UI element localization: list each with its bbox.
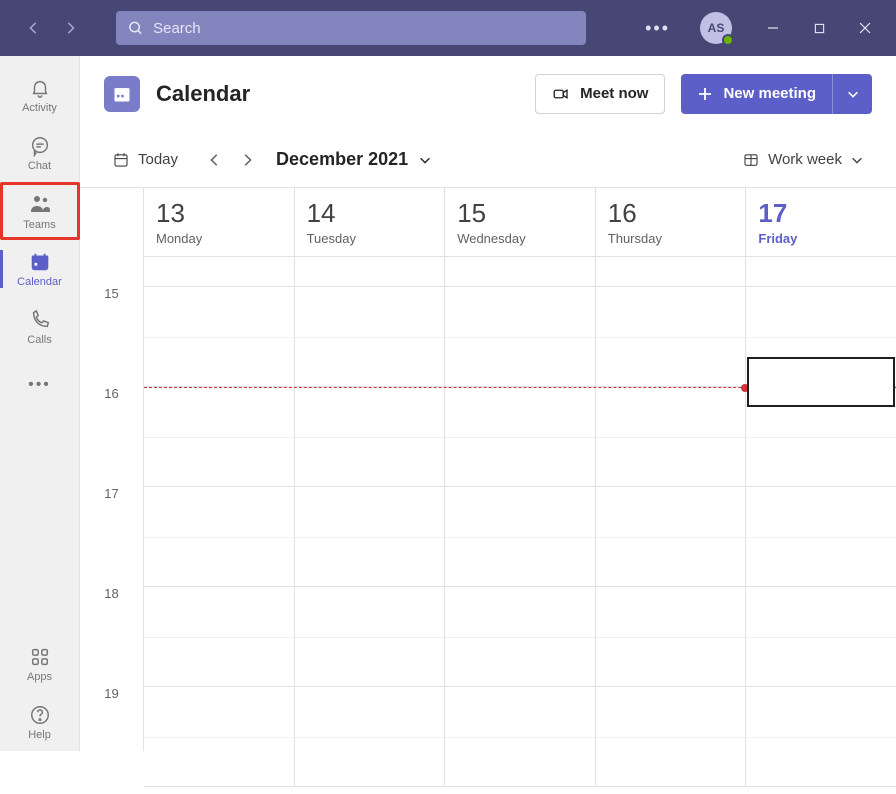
history-nav xyxy=(8,10,96,46)
time-label: 17 xyxy=(80,494,143,594)
day-name: Wednesday xyxy=(457,231,583,246)
calendar-toolbar: Today December 2021 Work week xyxy=(80,132,896,188)
today-label: Today xyxy=(138,151,178,168)
app-rail: Activity Chat Teams Calendar Calls xyxy=(0,56,80,751)
rail-item-help[interactable]: Help xyxy=(0,693,80,751)
window-controls xyxy=(750,0,888,56)
close-button[interactable] xyxy=(842,0,888,56)
minimize-button[interactable] xyxy=(750,0,796,56)
day-name: Thursday xyxy=(608,231,734,246)
day-number: 17 xyxy=(758,198,884,229)
plus-icon xyxy=(697,86,713,102)
view-mode-label: Work week xyxy=(768,151,842,168)
chevron-down-icon xyxy=(418,153,432,167)
new-meeting-label: New meeting xyxy=(723,85,816,102)
new-meeting-group: New meeting xyxy=(681,74,872,114)
rail-item-teams[interactable]: Teams xyxy=(0,182,80,240)
meet-now-button[interactable]: Meet now xyxy=(535,74,665,114)
day-header[interactable]: 13 Monday xyxy=(144,188,294,256)
page-title: Calendar xyxy=(156,81,519,107)
search-input[interactable] xyxy=(153,20,574,37)
rail-item-more[interactable]: ••• xyxy=(0,356,80,414)
maximize-button[interactable] xyxy=(796,0,842,56)
selected-time-slot[interactable] xyxy=(747,357,895,407)
rail-label: Chat xyxy=(28,160,51,172)
chevron-down-icon xyxy=(846,87,860,101)
new-meeting-dropdown[interactable] xyxy=(832,74,872,114)
hour-row xyxy=(144,687,896,787)
day-name: Monday xyxy=(156,231,282,246)
calendar-icon xyxy=(29,251,51,273)
presence-available-icon xyxy=(722,34,734,46)
main-area: Calendar Meet now New meeting Today xyxy=(80,56,896,751)
rail-item-calls[interactable]: Calls xyxy=(0,298,80,356)
video-icon xyxy=(552,85,570,103)
day-header[interactable]: 16 Thursday xyxy=(595,188,746,256)
rail-label: Help xyxy=(28,729,51,741)
new-meeting-button[interactable]: New meeting xyxy=(681,74,832,114)
chevron-left-icon xyxy=(208,153,222,167)
search-box[interactable] xyxy=(116,11,586,45)
ellipsis-icon: ••• xyxy=(28,376,51,394)
calendar-header: Calendar Meet now New meeting xyxy=(80,56,896,132)
rail-label: Activity xyxy=(22,102,57,114)
phone-icon xyxy=(29,309,51,331)
day-header-today[interactable]: 17 Friday xyxy=(745,188,896,256)
today-button[interactable]: Today xyxy=(104,145,186,175)
chat-icon xyxy=(29,135,51,157)
prev-period-button[interactable] xyxy=(208,153,222,167)
titlebar: ••• AS xyxy=(0,0,896,56)
rail-item-calendar[interactable]: Calendar xyxy=(0,240,80,298)
calendar-badge-icon xyxy=(104,76,140,112)
back-button[interactable] xyxy=(16,10,52,46)
time-label: 19 xyxy=(80,694,143,794)
day-header[interactable]: 15 Wednesday xyxy=(444,188,595,256)
rail-label: Calendar xyxy=(17,276,62,288)
bell-icon xyxy=(29,77,51,99)
day-header[interactable]: 14 Tuesday xyxy=(294,188,445,256)
calendar-grid: 15 16 17 18 19 13 Monday 14 Tuesday xyxy=(80,188,896,751)
rail-label: Calls xyxy=(27,334,51,346)
grid-icon xyxy=(742,151,760,169)
time-column: 15 16 17 18 19 xyxy=(80,188,144,751)
view-mode-picker[interactable]: Work week xyxy=(734,145,872,175)
time-label: 16 xyxy=(80,394,143,494)
day-name: Friday xyxy=(758,231,884,246)
day-name: Tuesday xyxy=(307,231,433,246)
rail-label: Apps xyxy=(27,671,52,683)
teams-icon xyxy=(28,192,52,216)
rail-item-activity[interactable]: Activity xyxy=(0,66,80,124)
chevron-down-icon xyxy=(850,153,864,167)
search-icon xyxy=(128,20,143,36)
avatar-initials: AS xyxy=(708,21,725,35)
meet-now-label: Meet now xyxy=(580,85,648,102)
time-label: 18 xyxy=(80,594,143,694)
rail-label: Teams xyxy=(23,219,55,231)
calendar-today-icon xyxy=(112,151,130,169)
day-number: 16 xyxy=(608,198,734,229)
hour-row xyxy=(144,587,896,687)
day-number: 15 xyxy=(457,198,583,229)
chevron-right-icon xyxy=(240,153,254,167)
day-number: 13 xyxy=(156,198,282,229)
avatar[interactable]: AS xyxy=(700,12,732,44)
hour-row xyxy=(144,487,896,587)
apps-icon xyxy=(29,646,51,668)
month-picker[interactable]: December 2021 xyxy=(276,149,432,170)
day-number: 14 xyxy=(307,198,433,229)
rail-item-chat[interactable]: Chat xyxy=(0,124,80,182)
next-period-button[interactable] xyxy=(240,153,254,167)
time-label: 15 xyxy=(80,294,143,394)
calendar-body[interactable] xyxy=(144,257,896,787)
help-icon xyxy=(29,704,51,726)
more-options-button[interactable]: ••• xyxy=(633,18,682,39)
day-headers: 13 Monday 14 Tuesday 15 Wednesday 16 Thu… xyxy=(144,188,896,257)
forward-button[interactable] xyxy=(52,10,88,46)
rail-item-apps[interactable]: Apps xyxy=(0,635,80,693)
days-column: 13 Monday 14 Tuesday 15 Wednesday 16 Thu… xyxy=(144,188,896,751)
search-container xyxy=(116,11,586,45)
month-label-text: December 2021 xyxy=(276,149,408,170)
